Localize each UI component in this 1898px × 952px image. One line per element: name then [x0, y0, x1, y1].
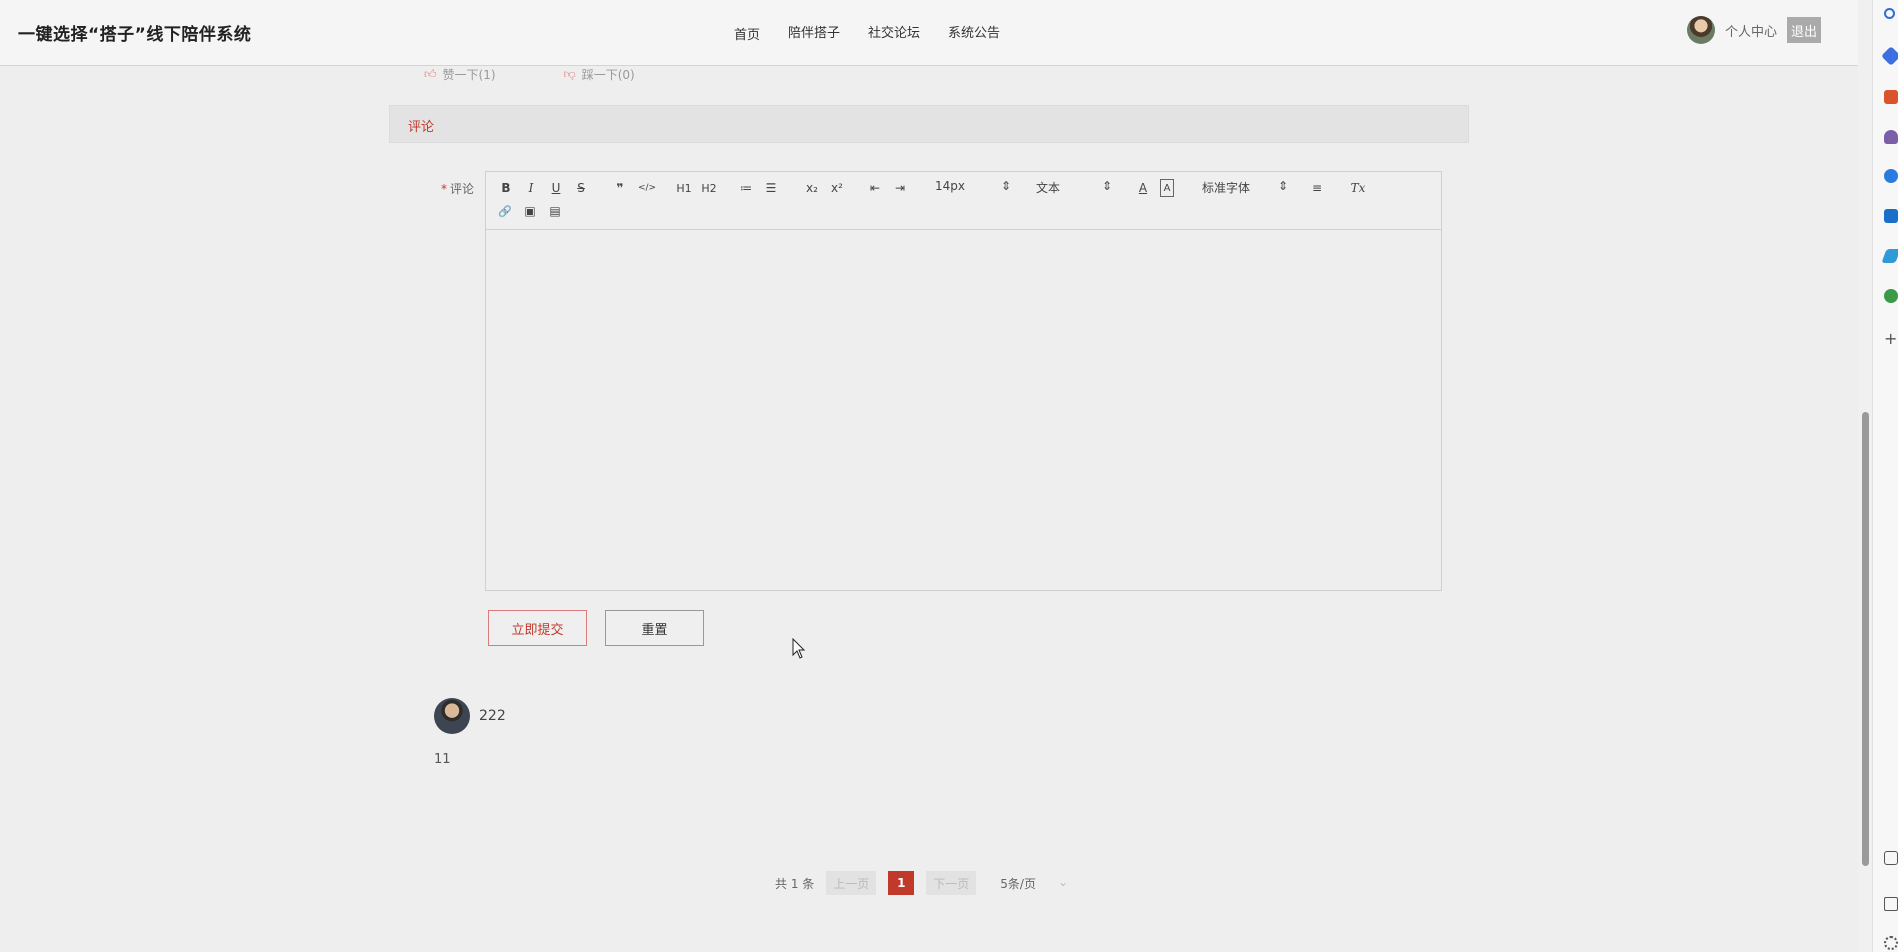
page-scrollbar[interactable] — [1858, 0, 1872, 952]
outdent-button[interactable]: ⇤ — [868, 179, 882, 197]
office-icon[interactable] — [1884, 169, 1898, 183]
background-color-button[interactable]: A — [1160, 179, 1174, 197]
comment-section-header: 评论 — [389, 105, 1469, 143]
rich-text-editor: B I U S ❞ </> H1 H2 ≔ ☰ x₂ x² ⇤ ⇥ 14px ⇕… — [485, 171, 1442, 591]
superscript-button[interactable]: x² — [829, 179, 845, 197]
vote-row: 👍︎ 赞一下(1) 👎︎ 踩一下(0) — [424, 66, 635, 83]
dislike-button[interactable]: 👎︎ 踩一下(0) — [564, 66, 635, 83]
external-link-icon[interactable] — [1884, 897, 1898, 911]
format-value: 文本 — [1036, 181, 1061, 195]
screenshot-icon[interactable] — [1884, 851, 1898, 865]
user-center-link[interactable]: 个人中心 — [1725, 21, 1777, 40]
code-block-button[interactable]: </> — [638, 179, 656, 197]
browser-sidebar: + — [1872, 0, 1898, 952]
italic-button[interactable]: I — [525, 179, 537, 197]
section-title: 评论 — [408, 120, 435, 135]
header-1-button[interactable]: H1 — [675, 179, 693, 197]
font-color-button[interactable]: A — [1136, 179, 1150, 197]
underline-button[interactable]: U — [550, 179, 562, 197]
font-size-select[interactable]: 14px ⇕ — [935, 179, 1011, 193]
link-button[interactable]: 🔗 — [498, 202, 512, 220]
font-family-arrow-icon: ⇕ — [1277, 179, 1288, 193]
font-family-select[interactable]: 标准字体 ⇕ — [1202, 179, 1288, 196]
ordered-list-button[interactable]: ≔ — [739, 179, 753, 197]
comment-content: 11 — [434, 752, 451, 767]
indent-button[interactable]: ⇥ — [893, 179, 907, 197]
chevron-down-icon: ⌄ — [1057, 874, 1069, 889]
bullet-list-button[interactable]: ☰ — [764, 179, 778, 197]
image-button[interactable]: ▣ — [523, 202, 537, 220]
send-icon[interactable] — [1881, 249, 1898, 263]
thumbs-up-icon: 👍︎ — [424, 67, 437, 81]
strike-button[interactable]: S — [575, 179, 587, 197]
nav-companion[interactable]: 陪伴搭子 — [788, 22, 840, 43]
nav-home[interactable]: 首页 — [734, 24, 760, 43]
user-avatar[interactable] — [1687, 16, 1715, 44]
logout-button[interactable]: 退出 — [1787, 17, 1822, 43]
dislike-label: 踩一下(0) — [581, 68, 635, 82]
clear-format-button[interactable]: Tx — [1350, 179, 1366, 197]
briefcase-icon[interactable] — [1884, 90, 1898, 104]
font-size-arrow-icon: ⇕ — [1000, 179, 1011, 193]
comment-avatar — [434, 698, 470, 734]
scrollbar-thumb[interactable] — [1862, 412, 1869, 866]
font-family-value: 标准字体 — [1202, 181, 1251, 195]
thumbs-down-icon: 👎︎ — [563, 67, 576, 81]
like-button[interactable]: 👍︎ 赞一下(1) — [424, 66, 496, 83]
site-title: 一键选择“搭子”线下陪伴系统 — [18, 25, 252, 45]
settings-icon[interactable] — [1884, 936, 1898, 950]
subscript-button[interactable]: x₂ — [804, 179, 820, 197]
add-icon[interactable]: + — [1884, 331, 1898, 347]
format-select[interactable]: 文本 ⇕ — [1036, 179, 1112, 196]
tree-icon[interactable] — [1884, 289, 1898, 303]
comment-field-label: * 评论 — [441, 180, 474, 197]
video-button[interactable]: ▤ — [548, 202, 562, 220]
comment-label-text: 评论 — [450, 182, 475, 196]
copilot-icon[interactable] — [1881, 46, 1898, 66]
format-arrow-icon: ⇕ — [1101, 179, 1112, 193]
like-label: 赞一下(1) — [442, 68, 496, 82]
top-navbar: 一键选择“搭子”线下陪伴系统 首页 陪伴搭子 社交论坛 系统公告 个人中心 退出 — [0, 0, 1858, 66]
main-nav: 首页 陪伴搭子 社交论坛 系统公告 — [734, 22, 1000, 43]
page-size-select[interactable]: 5条/页 ⌄ — [1000, 875, 1068, 892]
outlook-icon[interactable] — [1884, 209, 1898, 223]
bold-button[interactable]: B — [500, 179, 512, 197]
comment-editor-input[interactable] — [486, 231, 1441, 590]
mouse-cursor-icon — [792, 638, 806, 659]
search-icon[interactable] — [1884, 8, 1895, 19]
nav-announcement[interactable]: 系统公告 — [948, 22, 1000, 43]
pagination-total: 共 1 条 — [775, 876, 815, 891]
page-size-value: 5条/页 — [1000, 876, 1036, 891]
comment-username: 222 — [479, 708, 506, 724]
font-size-value: 14px — [935, 179, 965, 193]
blockquote-button[interactable]: ❞ — [613, 179, 627, 197]
prev-page-button[interactable]: 上一页 — [826, 871, 877, 895]
required-mark: * — [441, 182, 447, 196]
editor-toolbar: B I U S ❞ </> H1 H2 ≔ ☰ x₂ x² ⇤ ⇥ 14px ⇕… — [486, 172, 1441, 230]
person-icon[interactable] — [1884, 130, 1898, 144]
header-2-button[interactable]: H2 — [700, 179, 718, 197]
nav-forum[interactable]: 社交论坛 — [868, 22, 920, 43]
user-area: 个人中心 退出 — [1687, 16, 1822, 44]
submit-button[interactable]: 立即提交 — [488, 610, 587, 646]
pagination: 共 1 条 上一页 1 下一页 5条/页 ⌄ — [775, 871, 1068, 895]
reset-button[interactable]: 重置 — [605, 610, 704, 646]
next-page-button[interactable]: 下一页 — [926, 871, 977, 895]
align-button[interactable]: ≡ — [1310, 179, 1324, 197]
current-page-button[interactable]: 1 — [888, 871, 915, 895]
